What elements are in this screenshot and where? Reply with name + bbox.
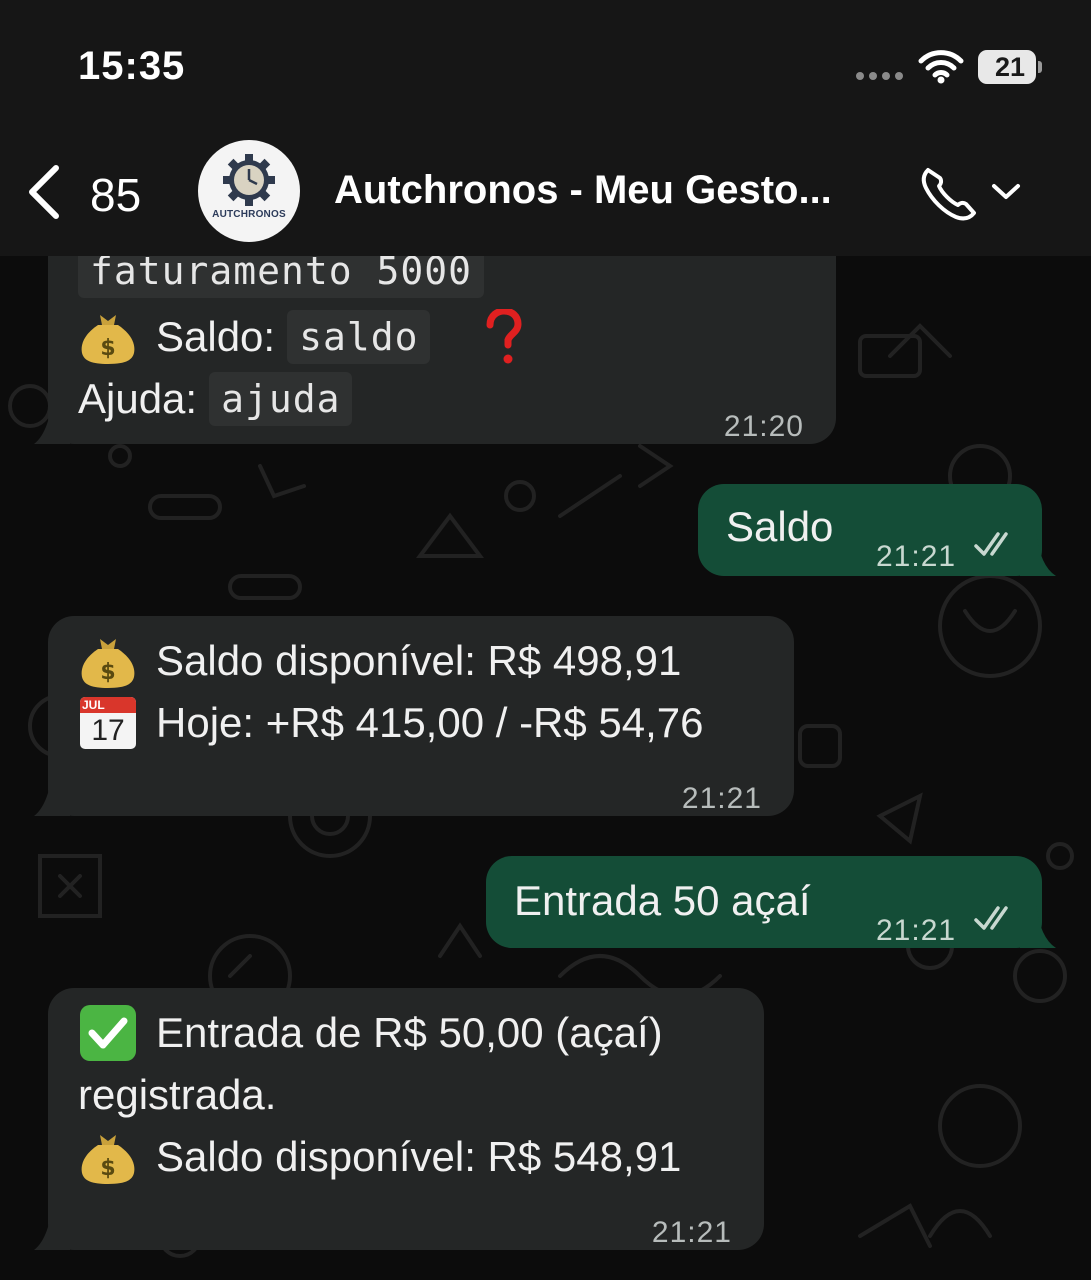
cellular-signal-icon xyxy=(856,72,903,80)
read-receipt-icon xyxy=(974,906,1008,930)
chat-header: 85 AUTCHRONOS Autchronos - Meu Gesto... xyxy=(0,128,1091,256)
message-text: registrada. xyxy=(78,1071,277,1118)
message-timestamp: 21:20 xyxy=(723,410,804,443)
message-text: Saldo xyxy=(726,503,834,550)
message-text: Hoje: +R$ 415,00 / -R$ 54,76 xyxy=(156,699,704,746)
message-text: Saldo disponível: R$ 498,91 xyxy=(156,637,682,684)
status-time: 15:35 xyxy=(78,44,186,88)
money-bag-icon: $ xyxy=(81,639,135,688)
back-chevron-icon[interactable] xyxy=(24,162,64,222)
status-bar: 15:35 21 xyxy=(0,0,1091,128)
calendar-month: JUL xyxy=(82,698,105,712)
calendar-icon: JUL 17 xyxy=(78,693,138,753)
chat-screen: 15:35 21 85 AUTCHRONOS Autchronos - Meu … xyxy=(0,0,1091,1280)
chevron-down-icon xyxy=(992,184,1020,199)
check-mark-button-icon xyxy=(80,1005,136,1061)
message-incoming[interactable]: faturamento 5000 $ Saldo: saldo Ajuda: a… xyxy=(34,256,836,444)
message-timestamp: 21:21 xyxy=(681,782,762,815)
phone-call-icon[interactable] xyxy=(918,160,1028,224)
message-text: Saldo disponível: R$ 548,91 xyxy=(156,1133,682,1180)
bubble-tail xyxy=(34,388,70,444)
message-outgoing[interactable]: Saldo 21:21 xyxy=(698,484,1056,576)
message-text: Entrada de R$ 50,00 (açaí) xyxy=(156,1009,663,1056)
money-bag-icon: $ xyxy=(81,315,135,364)
money-bag-icon: $ xyxy=(81,1135,135,1184)
chat-title[interactable]: Autchronos - Meu Gesto... xyxy=(334,168,854,213)
message-text: Ajuda: xyxy=(78,375,198,422)
avatar-label: AUTCHRONOS xyxy=(212,209,286,220)
calendar-day: 17 xyxy=(91,714,125,747)
message-timestamp: 21:21 xyxy=(876,914,957,947)
clock-gear-logo-icon xyxy=(223,154,275,206)
message-text: Entrada 50 açaí xyxy=(514,877,811,924)
svg-text:$: $ xyxy=(100,336,115,361)
bubble-tail xyxy=(1020,532,1056,576)
message-text: Saldo: xyxy=(156,313,276,360)
bubble-tail xyxy=(34,1194,70,1250)
bubble-tail xyxy=(1020,904,1056,948)
message-outgoing[interactable]: Entrada 50 açaí 21:21 xyxy=(486,856,1056,948)
battery-icon: 21 xyxy=(978,50,1042,84)
message-timestamp: 21:21 xyxy=(876,540,957,573)
avatar[interactable]: AUTCHRONOS xyxy=(198,140,300,242)
wifi-icon xyxy=(918,50,964,84)
read-receipt-icon xyxy=(974,532,1008,556)
unread-count[interactable]: 85 xyxy=(90,168,141,222)
svg-text:$: $ xyxy=(100,660,115,685)
message-incoming[interactable]: Entrada de R$ 50,00 (açaí) registrada. $… xyxy=(34,988,764,1250)
svg-text:$: $ xyxy=(100,1156,115,1181)
command-code: faturamento 5000 xyxy=(78,256,485,298)
message-timestamp: 21:21 xyxy=(651,1216,732,1249)
command-code: saldo xyxy=(287,310,431,364)
message-incoming[interactable]: $ Saldo disponível: R$ 498,91 JUL 17 Hoj… xyxy=(34,616,794,816)
battery-level: 21 xyxy=(994,52,1026,82)
bubble-tail xyxy=(34,760,70,816)
message-list[interactable]: faturamento 5000 $ Saldo: saldo Ajuda: a… xyxy=(0,256,1091,1280)
red-question-mark-icon xyxy=(486,309,522,364)
command-code: ajuda xyxy=(209,372,353,426)
